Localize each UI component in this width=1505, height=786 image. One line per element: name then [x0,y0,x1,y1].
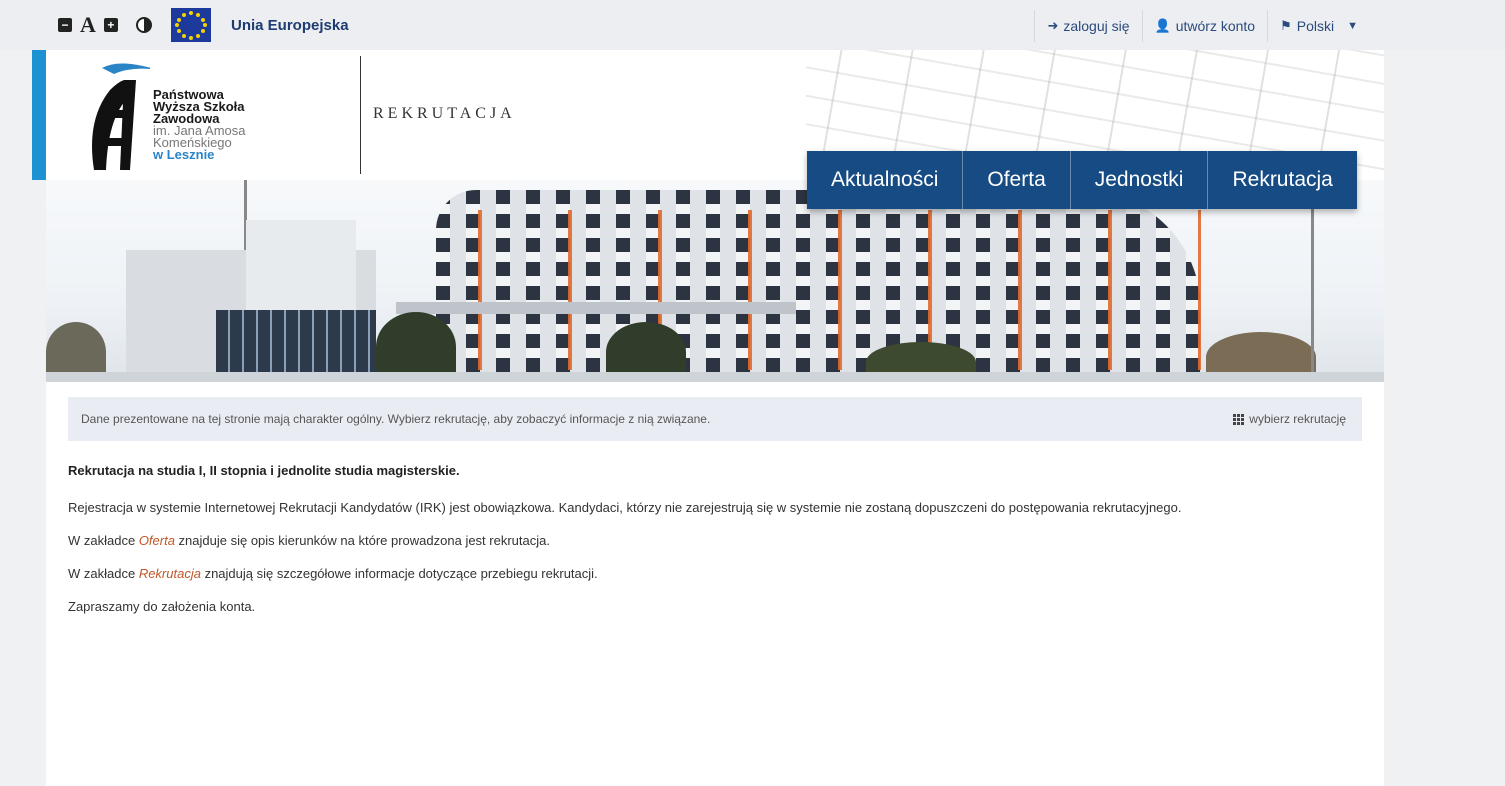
content-paragraph: Rejestracja w systemie Internetowej Rekr… [68,500,1182,515]
sign-in-icon: ➜ [1047,18,1059,33]
nav-item-aktualnosci[interactable]: Aktualności [807,151,962,209]
accessibility-controls: − A + [58,12,152,37]
info-message: Dane prezentowane na tej stronie mają ch… [81,412,711,426]
logo-line: w Lesznie [153,147,215,162]
university-logo[interactable]: Państwowa Wyższa Szkoła Zawodowa im. Jan… [80,56,350,174]
logo-text: Państwowa Wyższa Szkoła Zawodowa im. Jan… [153,88,246,162]
language-label: Polski [1296,18,1335,34]
text-fragment: znajduje się opis kierunków na które pro… [174,533,550,548]
banner-building-left [126,220,376,382]
grid-icon [1233,413,1245,425]
increase-font-button[interactable]: + [103,18,118,32]
text-fragment: W zakładce [68,566,139,581]
accent-stripe [32,50,46,180]
banner-building-main [436,190,1201,382]
font-size-letter: A [80,12,96,37]
main-content: Rekrutacja na studia I, II stopnia i jed… [68,463,1362,630]
content-paragraph: Zapraszamy do założenia konta. [68,599,256,614]
user-menu: ➜ zaloguj się 👤 utwórz konto ⚑ Polski ▼ [1034,10,1370,42]
main-navigation: Aktualności Oferta Jednostki Rekrutacja [807,151,1357,209]
header-divider [360,56,361,174]
content-paragraph: W zakładce Rekrutacja znajdują się szcze… [68,564,1362,584]
page-title: REKRUTACJA [373,105,516,122]
register-label: utwórz konto [1175,18,1256,34]
top-utility-bar: − A + Unia Europejska ➜ zaloguj się 👤 ut… [0,0,1505,50]
eu-flag-icon[interactable] [171,8,211,42]
nav-item-rekrutacja[interactable]: Rekrutacja [1207,151,1356,209]
content-paragraph: W zakładce Oferta znajduje się opis kier… [68,531,1362,551]
nav-item-oferta[interactable]: Oferta [962,151,1069,209]
choose-recruitment-link[interactable]: wybierz rekrutację [1233,412,1346,426]
rekrutacja-link[interactable]: Rekrutacja [139,566,201,581]
oferta-link[interactable]: Oferta [139,533,175,548]
campus-banner-image [46,180,1384,382]
language-select[interactable]: ⚑ Polski ▼ [1267,10,1370,42]
register-link[interactable]: 👤 utwórz konto [1141,10,1268,42]
decrease-font-button[interactable]: − [58,18,72,32]
flag-icon: ⚑ [1280,18,1292,33]
contrast-icon[interactable] [135,17,152,33]
text-fragment: znajdują się szczegółowe informacje doty… [200,566,598,581]
text-fragment: W zakładce [68,533,139,548]
info-bar: Dane prezentowane na tej stronie mają ch… [68,397,1362,441]
nav-item-jednostki[interactable]: Jednostki [1069,151,1208,209]
content-heading: Rekrutacja na studia I, II stopnia i jed… [68,463,460,478]
chevron-down-icon: ▼ [1347,20,1358,32]
choose-recruitment-label: wybierz rekrutację [1249,412,1346,426]
eu-link[interactable]: Unia Europejska [231,17,349,34]
login-link[interactable]: ➜ zaloguj się [1034,10,1141,42]
login-label: zaloguj się [1063,18,1130,34]
logo-mark-icon [92,63,150,170]
user-plus-icon: 👤 [1154,18,1171,33]
